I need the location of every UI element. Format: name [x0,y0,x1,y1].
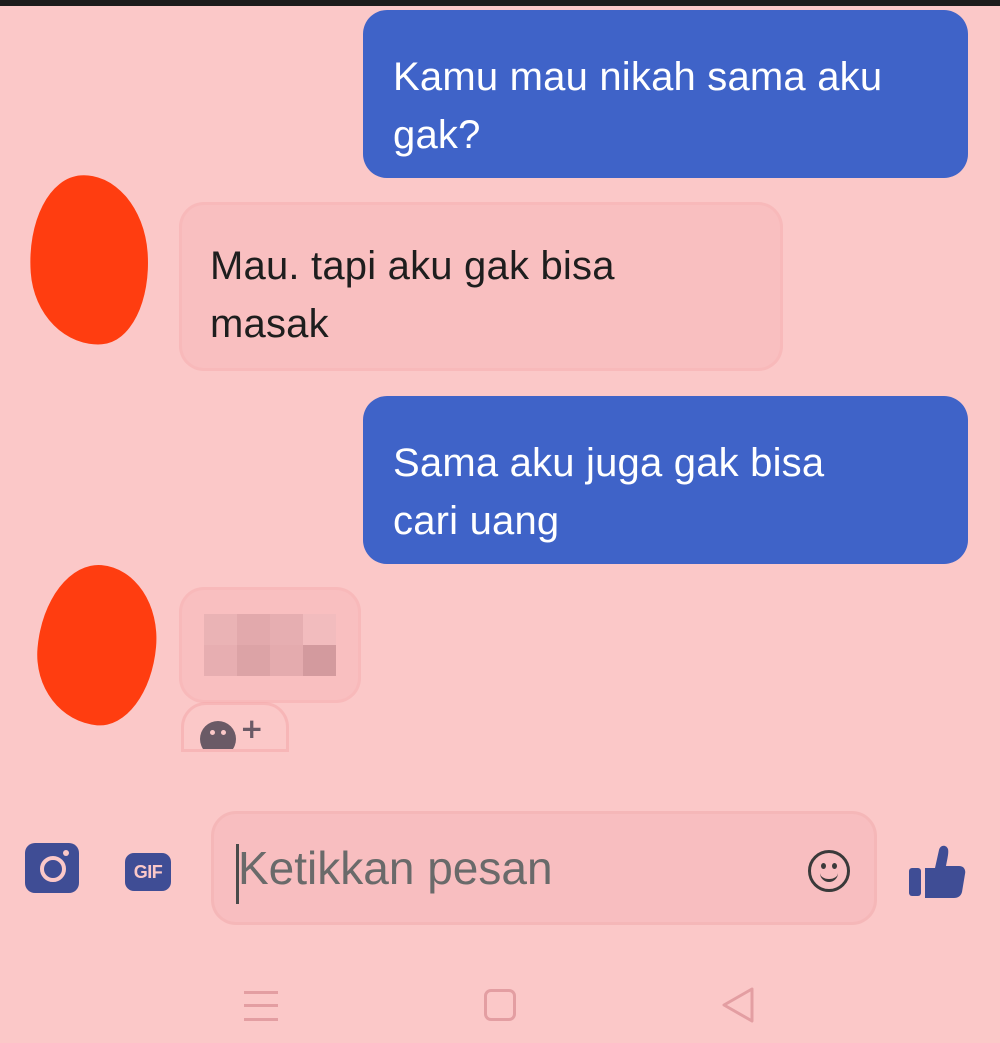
recent-apps-icon[interactable] [244,991,278,1021]
gif-button[interactable]: GIF [125,853,171,891]
message-text: Mau. tapi aku gak bisa masak [210,244,615,346]
message-text: Kamu mau nikah sama aku gak? [393,55,883,157]
reaction-plus-icon: + [240,712,264,745]
received-message-bubble[interactable]: Mau. tapi aku gak bisa masak [182,205,780,368]
reaction-face-icon [200,721,236,749]
sent-message-bubble[interactable]: Kamu mau nikah sama aku gak? [363,10,968,178]
pixelated-content [204,614,336,676]
thumbs-up-icon[interactable] [905,842,967,900]
redacted-avatar[interactable] [31,560,163,730]
message-composer: GIF [0,810,1000,930]
system-navigation-bar [0,965,1000,1043]
smiley-icon[interactable] [808,850,850,892]
home-icon[interactable] [484,989,516,1021]
redacted-avatar[interactable] [24,171,154,349]
sent-message-bubble[interactable]: Sama aku juga gak bisa cari uang [363,396,968,564]
text-cursor [236,844,239,904]
received-message-bubble-pixelated[interactable] [182,590,358,700]
add-reaction-button[interactable]: + [184,705,286,749]
camera-icon[interactable] [25,843,79,893]
message-input[interactable] [214,814,874,922]
back-icon[interactable] [718,985,758,1025]
message-text: Sama aku juga gak bisa cari uang [393,441,825,543]
message-thread[interactable]: Kamu mau nikah sama aku gak? Mau. tapi a… [0,0,1000,790]
